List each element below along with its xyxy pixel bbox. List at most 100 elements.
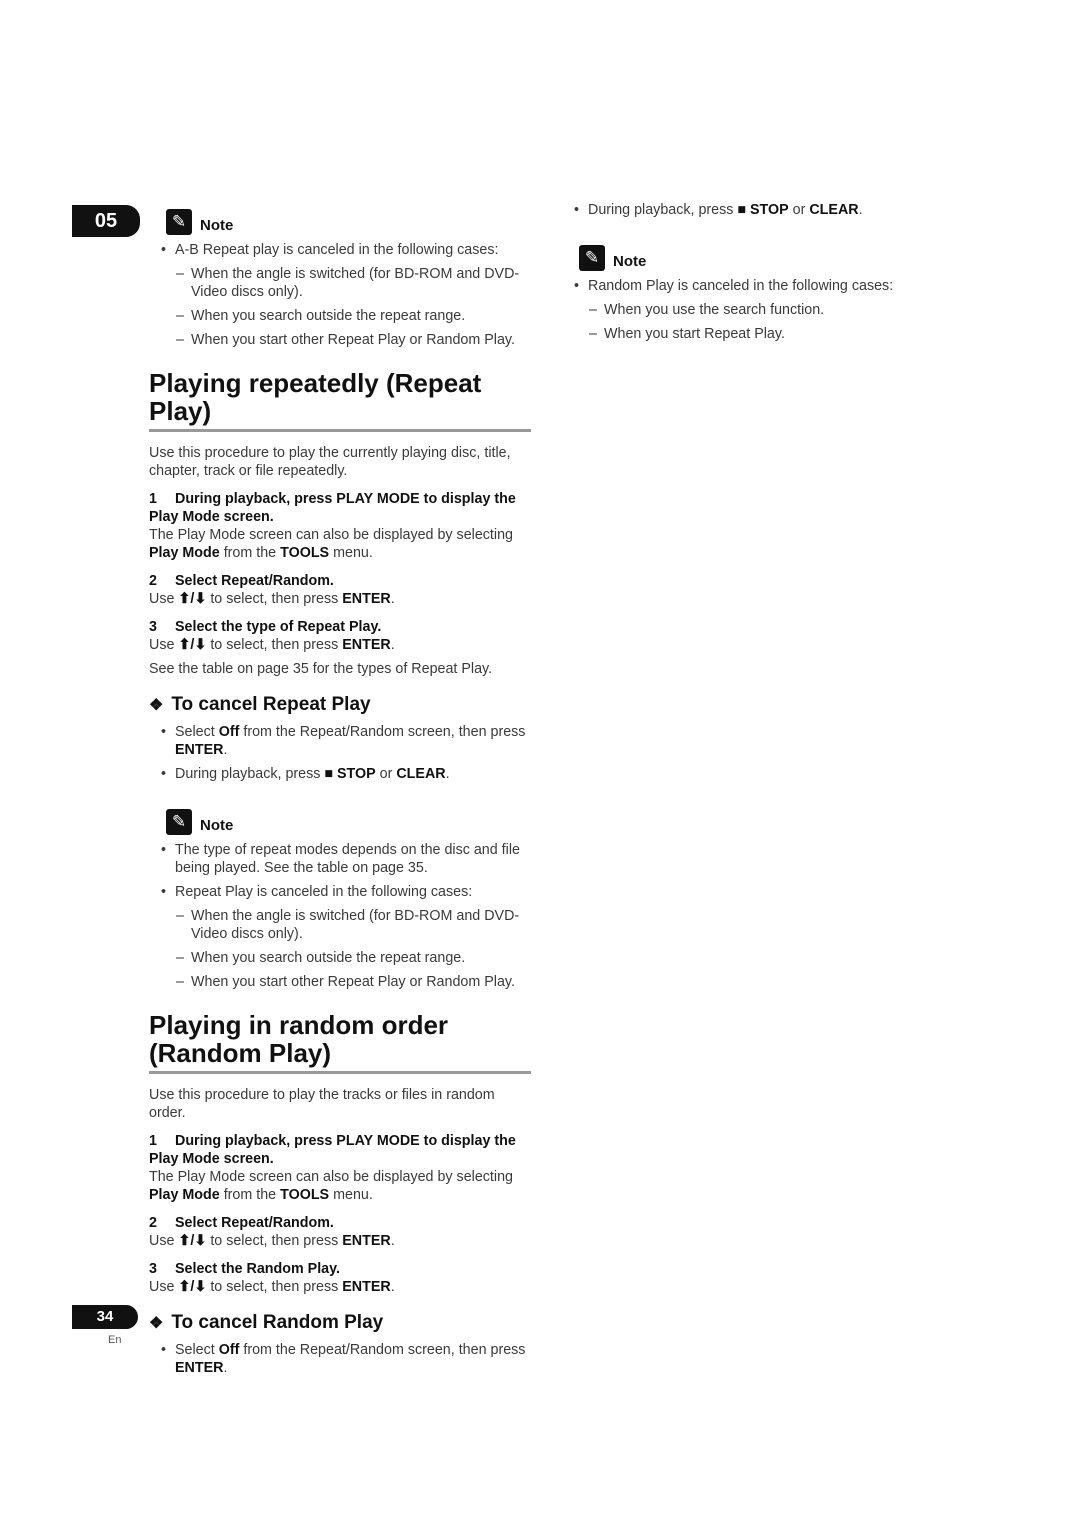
text-run: Use	[149, 591, 179, 607]
text-run: Random Play is canceled in the following…	[588, 278, 894, 294]
text-run: Playing repeatedly (Repeat Play)	[149, 368, 482, 426]
text-run: Use	[149, 1233, 179, 1249]
step-number: 1	[149, 491, 157, 507]
text-run: Select Repeat/Random.	[175, 573, 334, 589]
text-run: To cancel Repeat Play	[171, 694, 371, 715]
text-run: to select, then press	[206, 1233, 343, 1249]
text-run: .	[223, 742, 228, 758]
note-label: Note	[200, 817, 234, 834]
bold-term: ENTER	[342, 637, 391, 653]
step-number: 2	[149, 1215, 157, 1231]
step-heading: 3 Select the Random Play.	[149, 1260, 531, 1278]
bold-term: Off	[218, 1342, 240, 1358]
bullet-item: The type of repeat modes depends on the …	[149, 841, 531, 877]
step-number: 1	[149, 1133, 157, 1149]
text-run: During playback, press	[588, 202, 738, 218]
text-run: When you search outside the repeat range…	[191, 308, 466, 324]
text-run: Use this procedure to play the tracks or…	[149, 1087, 495, 1121]
sub-heading: ❖ To cancel Random Play	[149, 1312, 531, 1335]
diamond-bullet-icon: ❖	[149, 697, 164, 714]
bullet-item: Select Off from the Repeat/Random screen…	[149, 723, 531, 759]
text-run: During playback, press	[175, 766, 325, 782]
body-text: See the table on page 35 for the types o…	[149, 660, 531, 678]
text-run: to select, then press	[206, 637, 343, 653]
bold-term: ENTER	[175, 1360, 224, 1376]
bullet-item: During playback, press ■ STOP or CLEAR.	[562, 201, 907, 219]
text-run: When you start other Repeat Play or Rand…	[191, 974, 515, 990]
note-header: ✎ Note	[166, 207, 531, 235]
text-run: .	[390, 1279, 395, 1295]
dash-item: When you start other Repeat Play or Rand…	[149, 331, 531, 349]
text-run: The Play Mode screen can also be display…	[149, 1169, 513, 1185]
text-run: Select Repeat/Random.	[175, 1215, 334, 1231]
bold-term: Off	[218, 724, 240, 740]
bold-term: CLEAR	[396, 766, 446, 782]
pencil-note-icon: ✎	[579, 245, 605, 271]
note-label: Note	[200, 217, 234, 234]
text-run: from the	[219, 545, 281, 561]
text-run: Use this procedure to play the currently…	[149, 445, 511, 479]
text-run: During playback, press PLAY MODE to disp…	[149, 1133, 516, 1167]
text-run: Select the Random Play.	[175, 1261, 340, 1277]
text-run: or	[788, 202, 810, 218]
dash-item: When the angle is switched (for BD-ROM a…	[149, 907, 531, 943]
text-run: or	[375, 766, 397, 782]
intro-paragraph: Use this procedure to play the tracks or…	[149, 1086, 531, 1122]
dash-item: When you start Repeat Play.	[562, 325, 907, 343]
pencil-note-icon: ✎	[166, 209, 192, 235]
text-run: .	[390, 1233, 395, 1249]
note-label: Note	[613, 253, 647, 270]
dash-item: When the angle is switched (for BD-ROM a…	[149, 265, 531, 301]
bold-term: ■ STOP	[324, 766, 376, 782]
step-heading: 3 Select the type of Repeat Play.	[149, 618, 531, 636]
text-run: from the Repeat/Random screen, then pres…	[239, 724, 526, 740]
text-run: When you use the search function.	[604, 302, 825, 318]
step-heading: 2 Select Repeat/Random.	[149, 1214, 531, 1232]
text-run: A-B Repeat play is canceled in the follo…	[175, 242, 499, 258]
chapter-tab: 05	[72, 205, 140, 237]
text-run: During playback, press PLAY MODE to disp…	[149, 491, 516, 525]
text-run: The type of repeat modes depends on the …	[175, 842, 520, 876]
text-run: .	[223, 1360, 228, 1376]
body-text: The Play Mode screen can also be display…	[149, 1168, 531, 1204]
text-run: .	[858, 202, 863, 218]
text-run: Repeat Play is canceled in the following…	[175, 884, 473, 900]
page-number: 34	[72, 1305, 138, 1329]
step-number: 3	[149, 619, 157, 635]
dash-item: When you search outside the repeat range…	[149, 307, 531, 325]
pencil-note-icon: ✎	[166, 809, 192, 835]
bullet-item: Random Play is canceled in the following…	[562, 277, 907, 295]
text-run: Select	[175, 1342, 219, 1358]
section-title: Playing repeatedly (Repeat Play)	[149, 369, 531, 432]
text-run: menu.	[329, 545, 373, 561]
text-run: When you start Repeat Play.	[604, 326, 785, 342]
dash-item: When you start other Repeat Play or Rand…	[149, 973, 531, 991]
text-run: to select, then press	[206, 1279, 343, 1295]
dash-item: When you use the search function.	[562, 301, 907, 319]
text-run: .	[390, 637, 395, 653]
bold-term: ENTER	[342, 591, 391, 607]
body-text: Use ⬆/⬇ to select, then press ENTER.	[149, 590, 531, 608]
bold-term: ⬆/⬇	[178, 1279, 207, 1295]
bold-term: ■ STOP	[737, 202, 789, 218]
right-column: During playback, press ■ STOP or CLEAR. ✎…	[562, 201, 907, 349]
text-run: .	[445, 766, 450, 782]
text-run: from the	[219, 1187, 281, 1203]
step-number: 3	[149, 1261, 157, 1277]
step-number: 2	[149, 573, 157, 589]
bold-term: CLEAR	[809, 202, 859, 218]
text-run: When the angle is switched (for BD-ROM a…	[191, 908, 520, 942]
text-run: .	[390, 591, 395, 607]
left-column: ✎ Note A-B Repeat play is canceled in the …	[149, 207, 531, 1383]
bold-term: ENTER	[342, 1279, 391, 1295]
bold-term: Play Mode	[149, 545, 220, 561]
step-heading: 1 During playback, press PLAY MODE to dis…	[149, 1132, 531, 1168]
note-header: ✎ Note	[579, 243, 907, 271]
bullet-item: A-B Repeat play is canceled in the follo…	[149, 241, 531, 259]
text-run: menu.	[329, 1187, 373, 1203]
bold-term: TOOLS	[280, 545, 330, 561]
text-run: The Play Mode screen can also be display…	[149, 527, 513, 543]
step-heading: 1 During playback, press PLAY MODE to dis…	[149, 490, 531, 526]
text-run: Use	[149, 1279, 179, 1295]
